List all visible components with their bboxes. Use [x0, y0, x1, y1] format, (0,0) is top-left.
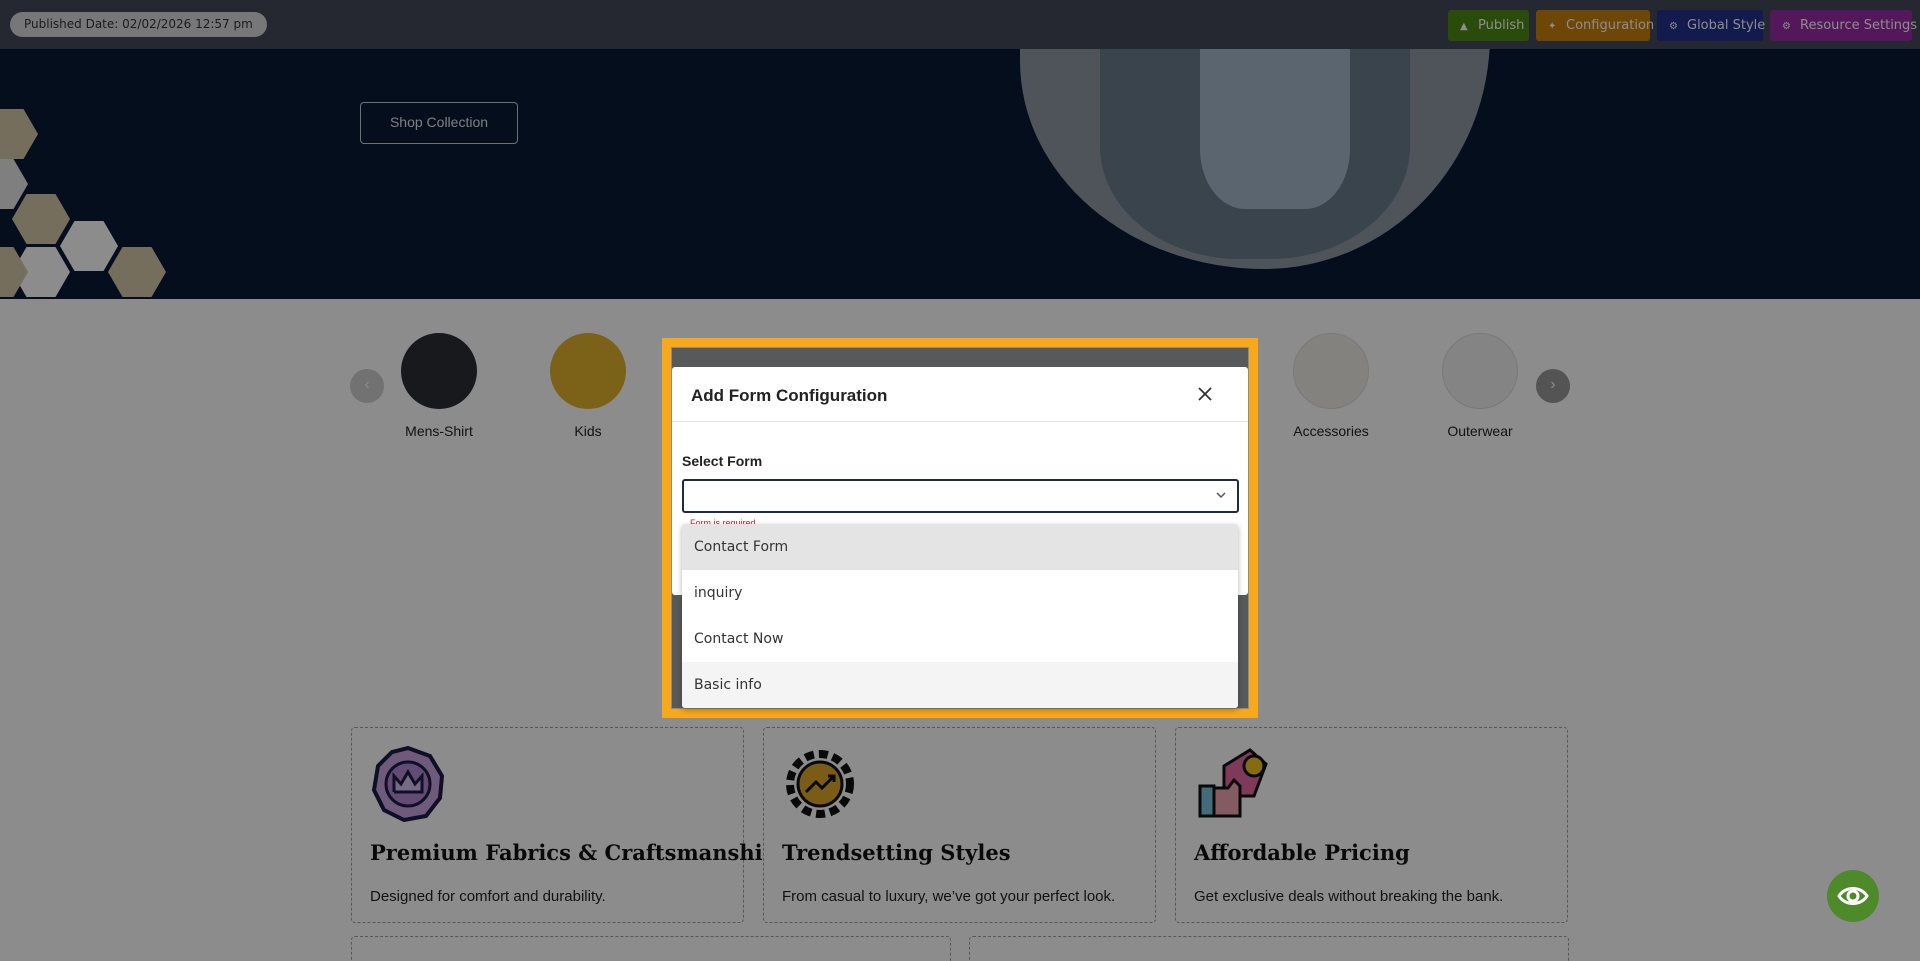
eye-icon	[1837, 887, 1869, 905]
chevron-down-icon	[1216, 492, 1226, 499]
modal-title: Add Form Configuration	[691, 386, 888, 405]
modal-header: Add Form Configuration	[672, 367, 1248, 422]
select-form-options-list: Contact Form inquiry Contact Now Basic i…	[682, 524, 1238, 708]
preview-button[interactable]	[1827, 870, 1879, 922]
option-basic-info[interactable]: Basic info	[682, 662, 1238, 708]
option-inquiry[interactable]: inquiry	[682, 570, 1238, 616]
select-form-dropdown[interactable]	[682, 479, 1239, 513]
close-icon[interactable]	[1194, 383, 1216, 405]
option-contact-now[interactable]: Contact Now	[682, 616, 1238, 662]
option-contact-form[interactable]: Contact Form	[682, 524, 1238, 570]
select-form-label: Select Form	[682, 453, 763, 469]
